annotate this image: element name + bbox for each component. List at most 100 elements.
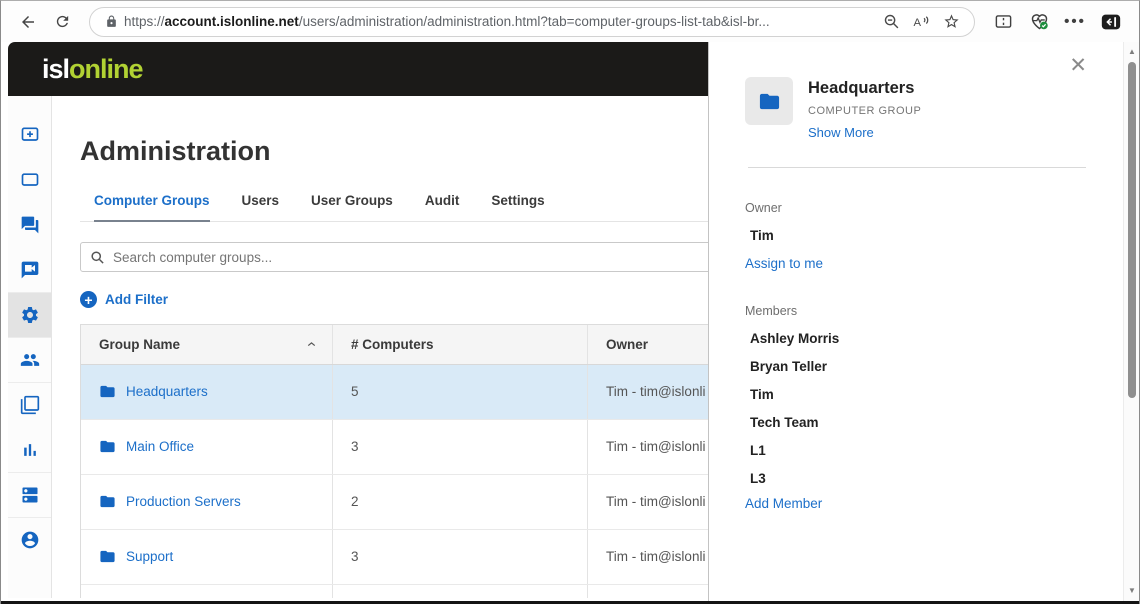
sidebar-item-sessions[interactable] (8, 382, 51, 427)
svg-text:A: A (914, 16, 922, 28)
bar-chart-icon (20, 440, 40, 460)
member-item: Bryan Teller (745, 359, 1093, 374)
search-input[interactable] (113, 250, 708, 265)
icon-sidebar (8, 96, 52, 598)
address-bar[interactable]: https://account.islonline.net/users/admi… (89, 7, 975, 37)
group-name-cell[interactable]: Headquarters (81, 365, 332, 419)
computer-groups-table: Group Name # Computers Owner (80, 324, 708, 599)
users-icon (20, 350, 40, 370)
tab-computer-groups[interactable]: Computer Groups (94, 193, 210, 222)
search-icon (81, 250, 113, 265)
add-member-link[interactable]: Add Member (745, 496, 1093, 511)
page-title: Administration (80, 136, 708, 167)
sidebar-item-reports[interactable] (8, 427, 51, 472)
settings-menu-icon[interactable]: ••• (1057, 5, 1093, 39)
computers-count-cell: 3 (332, 530, 587, 584)
refresh-icon[interactable] (45, 5, 79, 39)
copilot-sidebar-icon[interactable] (1093, 5, 1129, 39)
computers-count-cell: 2 (332, 475, 587, 529)
member-item: L3 (745, 471, 1093, 486)
column-header-computers[interactable]: # Computers (332, 325, 587, 364)
table-row[interactable]: Production Servers 2 Tim - tim@islonli (81, 475, 708, 530)
members-section-label: Members (745, 304, 1093, 318)
islonline-logo: islonline (42, 54, 143, 85)
browser-essentials-icon[interactable] (1021, 5, 1057, 39)
zoom-out-icon[interactable] (876, 8, 906, 36)
folder-icon (99, 383, 116, 400)
folder-icon (99, 548, 116, 565)
sidebar-item-add-computer[interactable] (8, 112, 51, 157)
browser-window: https://account.islonline.net/users/admi… (0, 0, 1140, 604)
scroll-up-icon[interactable]: ▲ (1124, 47, 1140, 56)
table-row[interactable]: Main Office 3 Tim - tim@islonli (81, 420, 708, 475)
tab-settings[interactable]: Settings (491, 193, 544, 221)
member-item: Tim (745, 387, 1093, 402)
group-detail-panel: ✕ Headquarters COMPUTER GROUP Show More … (708, 42, 1123, 601)
sidebar-item-video-call[interactable] (8, 247, 51, 292)
gear-icon (20, 305, 40, 325)
browser-toolbar: https://account.islonline.net/users/admi… (1, 1, 1139, 42)
sort-ascending-icon[interactable] (305, 338, 318, 351)
read-aloud-icon[interactable]: A (906, 8, 936, 36)
folder-icon (99, 493, 116, 510)
page: islonline (2, 42, 1138, 601)
assign-to-me-link[interactable]: Assign to me (745, 256, 1093, 271)
sidebar-item-chat[interactable] (8, 202, 51, 247)
scroll-down-icon[interactable]: ▼ (1124, 586, 1140, 595)
panel-group-title: Headquarters (808, 79, 921, 98)
favorite-star-icon[interactable] (936, 8, 966, 36)
owner-cell: Tim - tim@islonli (587, 365, 708, 419)
main-column: islonline (2, 42, 708, 601)
owner-cell: Tim - tim@islonli (587, 420, 708, 474)
back-icon[interactable] (11, 5, 45, 39)
member-item: L1 (745, 443, 1093, 458)
split-screen-icon[interactable] (985, 5, 1021, 39)
sidebar-item-account[interactable] (8, 517, 51, 562)
account-icon (20, 530, 40, 550)
video-call-icon (20, 260, 40, 280)
table-row[interactable]: Headquarters 5 Tim - tim@islonli (81, 365, 708, 420)
tab-audit[interactable]: Audit (425, 193, 460, 221)
column-header-owner[interactable]: Owner (587, 325, 708, 364)
tab-user-groups[interactable]: User Groups (311, 193, 393, 221)
content-area: Administration Computer Groups Users Use… (52, 96, 708, 598)
folder-icon (99, 438, 116, 455)
search-box (80, 242, 708, 272)
show-more-link[interactable]: Show More (808, 125, 921, 140)
tab-bar: Computer Groups Users User Groups Audit … (80, 193, 708, 222)
add-filter-button[interactable]: + Add Filter (80, 291, 168, 308)
owner-cell: Tim - tim@islonli (587, 530, 708, 584)
layers-icon (20, 395, 40, 415)
add-computer-icon (20, 125, 40, 145)
plus-icon: + (80, 291, 97, 308)
panel-header: Headquarters COMPUTER GROUP Show More (745, 77, 1093, 140)
chat-icon (20, 215, 40, 235)
table-row[interactable]: Support 3 Tim - tim@islonli (81, 530, 708, 585)
vertical-scrollbar[interactable]: ▲ ▼ (1123, 42, 1140, 601)
panel-group-type: COMPUTER GROUP (808, 105, 921, 117)
computers-count-cell: 5 (332, 365, 587, 419)
table-header-row: Group Name # Computers Owner (81, 325, 708, 365)
group-name-cell[interactable]: Production Servers (81, 475, 332, 529)
sidebar-item-computers[interactable] (8, 157, 51, 202)
group-name-cell[interactable]: Support (81, 530, 332, 584)
folder-icon (758, 90, 781, 113)
lock-icon (98, 15, 124, 28)
owner-name: Tim (745, 228, 1093, 243)
sidebar-item-settings[interactable] (8, 292, 51, 337)
scrollbar-thumb[interactable] (1128, 62, 1136, 398)
server-icon (20, 485, 40, 505)
computer-icon (20, 170, 40, 190)
tab-users[interactable]: Users (242, 193, 280, 221)
sidebar-item-servers[interactable] (8, 472, 51, 517)
sidebar-item-users[interactable] (8, 337, 51, 382)
table-row-partial (81, 585, 708, 599)
panel-divider (748, 167, 1086, 168)
close-icon[interactable]: ✕ (1069, 55, 1087, 76)
url-text: https://account.islonline.net/users/admi… (124, 14, 876, 29)
group-name-cell[interactable]: Main Office (81, 420, 332, 474)
owner-section-label: Owner (745, 201, 1093, 215)
member-item: Tech Team (745, 415, 1093, 430)
member-item: Ashley Morris (745, 331, 1093, 346)
column-header-group-name[interactable]: Group Name (81, 325, 332, 364)
